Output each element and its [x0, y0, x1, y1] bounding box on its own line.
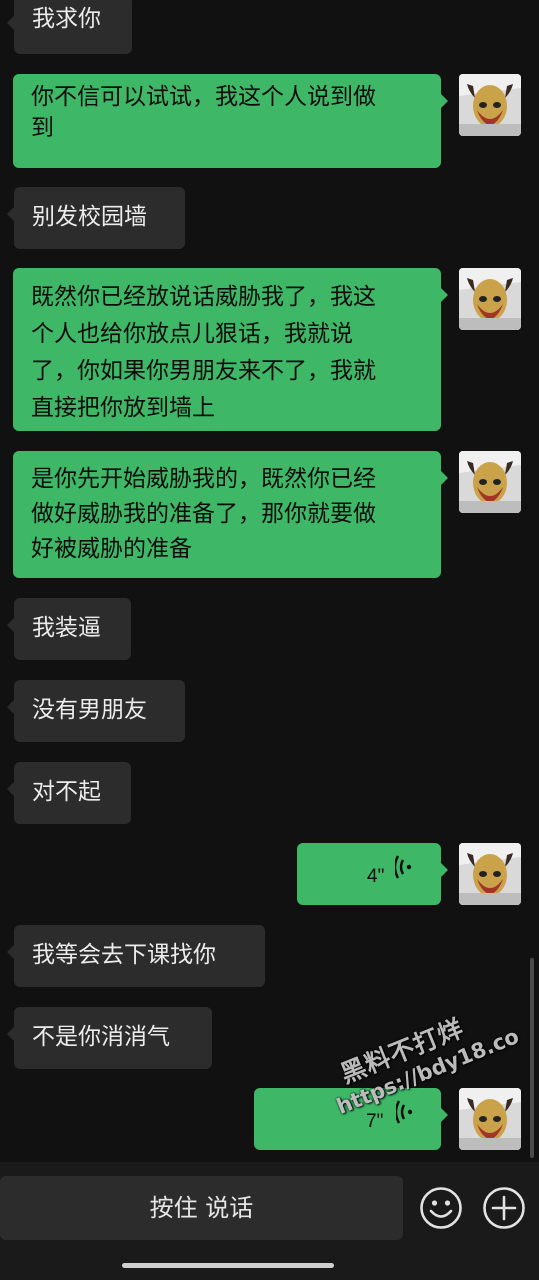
message-text-line: 好被威胁的准备 [31, 536, 192, 562]
avatar-image [459, 843, 521, 905]
avatar[interactable] [459, 74, 521, 136]
voice-duration: 7" [366, 1111, 384, 1132]
message-text: 没有男朋友 [32, 697, 147, 723]
avatar[interactable] [459, 843, 521, 905]
voice-wave-icon [396, 1100, 413, 1124]
scrollbar[interactable] [530, 958, 534, 1158]
message-bubble-received[interactable]: 没有男朋友 [7, 680, 185, 742]
plus-icon[interactable] [482, 1186, 526, 1230]
message-bubble-received[interactable]: 我等会去下课找你 [7, 925, 265, 987]
avatar-image [459, 268, 521, 330]
message-bubble-received[interactable]: 对不起 [7, 762, 131, 824]
message-text: 别发校园墙 [32, 204, 147, 230]
message-text-line: 做好威胁我的准备了，那你就要做 [31, 501, 376, 527]
message-bubble-received[interactable]: 别发校园墙 [7, 187, 185, 249]
emoji-icon[interactable] [419, 1186, 463, 1230]
avatar[interactable] [459, 268, 521, 330]
message-text: 对不起 [32, 779, 101, 805]
voice-message-bubble[interactable]: 4" [297, 843, 448, 905]
voice-duration: 4" [367, 866, 385, 887]
avatar[interactable] [459, 1088, 521, 1150]
chat-message-list[interactable]: 我求你 你不信可以试试，我这个人说到做 到 别发校园墙 既然你已经放说话威胁我了… [0, 0, 539, 1162]
message-text: 不是你消消气 [32, 1024, 170, 1050]
message-text-line: 了，你如果你男朋友来不了，我就 [31, 358, 376, 384]
message-text-line: 个人也给你放点儿狠话，我就说 [31, 321, 353, 347]
avatar[interactable] [459, 451, 521, 513]
hold-to-talk-button[interactable]: 按住 说话 [0, 1176, 403, 1240]
avatar-image [459, 74, 521, 136]
watermark-text: 黑料不打烊 [336, 1013, 468, 1089]
message-text: 我装逼 [32, 615, 101, 641]
message-text-line: 到 [31, 115, 54, 141]
message-text-line: 是你先开始威胁我的，既然你已经 [31, 466, 376, 492]
message-text-line: 既然你已经放说话威胁我了，我这 [31, 284, 376, 310]
voice-wave-icon [395, 855, 412, 879]
message-bubble-sent[interactable]: 是你先开始威胁我的，既然你已经 做好威胁我的准备了，那你就要做 好被威胁的准备 [13, 451, 448, 578]
message-bubble-received[interactable]: 我装逼 [7, 598, 131, 660]
home-indicator [122, 1263, 334, 1268]
message-text: 我求你 [32, 6, 101, 32]
message-text-line: 你不信可以试试，我这个人说到做 [31, 84, 376, 110]
message-bubble-received[interactable]: 不是你消消气 [7, 1007, 212, 1069]
message-text-line: 直接把你放到墙上 [31, 395, 215, 421]
message-bubble-sent[interactable]: 既然你已经放说话威胁我了，我这 个人也给你放点儿狠话，我就说 了，你如果你男朋友… [13, 268, 448, 431]
avatar-image [459, 451, 521, 513]
message-text: 我等会去下课找你 [32, 942, 216, 968]
avatar-image [459, 1088, 521, 1150]
message-bubble-sent[interactable]: 你不信可以试试，我这个人说到做 到 [13, 74, 448, 168]
voice-message-bubble[interactable]: 7" [254, 1088, 448, 1150]
message-bubble-received[interactable]: 我求你 [7, 0, 132, 54]
